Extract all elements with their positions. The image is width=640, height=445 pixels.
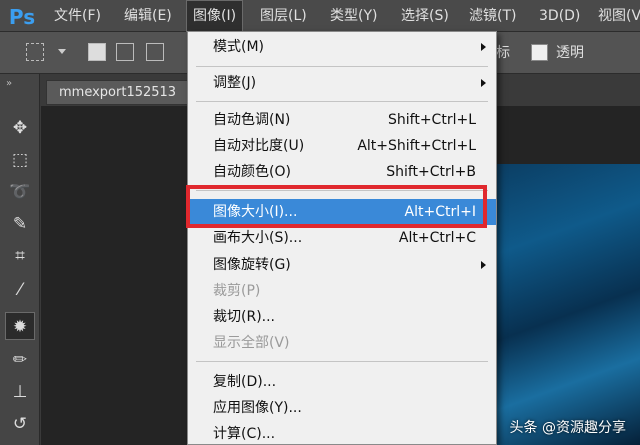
menu-3d[interactable]: 3D(D) [539, 0, 580, 32]
menu-item-trim[interactable]: 裁切(R)... [188, 304, 496, 330]
menu-item-mode[interactable]: 模式(M) [188, 34, 496, 60]
document-tab-title: mmexport152513 [59, 85, 177, 100]
menu-item-shortcut: Shift+Ctrl+B [386, 164, 476, 180]
menu-item-label: 自动对比度(U) [213, 138, 305, 154]
menu-item-label: 应用图像(Y)... [213, 400, 302, 416]
move-tool-icon[interactable]: ✥ [5, 114, 35, 142]
transparent-label: 透明 [556, 45, 584, 61]
menu-item-image-rotation[interactable]: 图像旋转(G) [188, 252, 496, 278]
menu-view[interactable]: 视图(V) [598, 0, 640, 32]
menu-item-label: 自动颜色(O) [213, 164, 291, 180]
subtract-selection-icon[interactable] [146, 43, 164, 61]
menu-item-auto-tone[interactable]: 自动色调(N) Shift+Ctrl+L [188, 107, 496, 133]
menu-item-adjustments[interactable]: 调整(J) [188, 70, 496, 96]
add-selection-icon[interactable] [116, 43, 134, 61]
marquee-tool-icon[interactable]: ⬚ [5, 146, 35, 174]
menu-item-auto-contrast[interactable]: 自动对比度(U) Alt+Shift+Ctrl+L [188, 133, 496, 159]
tool-preset-icon[interactable] [26, 43, 44, 61]
menu-item-shortcut: Shift+Ctrl+L [388, 112, 476, 128]
menu-item-label: 裁剪(P) [213, 283, 261, 299]
menu-item-shortcut: Alt+Ctrl+C [398, 230, 476, 246]
submenu-arrow-icon [481, 261, 486, 269]
menu-item-label: 图像旋转(G) [213, 257, 291, 273]
menu-item-apply-image[interactable]: 应用图像(Y)... [188, 395, 496, 421]
menu-separator [196, 101, 488, 102]
submenu-arrow-icon [481, 79, 486, 87]
options-partial-label: 标 [496, 45, 510, 61]
menu-item-auto-color[interactable]: 自动颜色(O) Shift+Ctrl+B [188, 159, 496, 185]
menu-item-shortcut: Alt+Shift+Ctrl+L [357, 138, 476, 154]
menu-item-canvas-size[interactable]: 画布大小(S)... Alt+Ctrl+C [188, 225, 496, 251]
menu-separator [196, 66, 488, 67]
brush-tool-icon[interactable]: ✏ [5, 346, 35, 374]
lasso-tool-icon[interactable]: ➰ [5, 178, 35, 206]
annotation-highlight-box [186, 185, 487, 228]
menu-item-label: 计算(C)... [213, 426, 276, 442]
menu-item-label: 显示全部(V) [213, 335, 290, 351]
eyedropper-tool-icon[interactable]: ⁄ [5, 276, 35, 304]
menu-item-duplicate[interactable]: 复制(D)... [188, 369, 496, 395]
healing-brush-tool-icon[interactable]: ✹ [5, 312, 35, 340]
chevron-down-icon[interactable] [58, 49, 66, 54]
photoshop-logo: Ps [8, 5, 36, 29]
menu-edit[interactable]: 编辑(E) [124, 0, 172, 32]
menu-layer[interactable]: 图层(L) [260, 0, 307, 32]
clone-stamp-tool-icon[interactable]: ⊥ [5, 378, 35, 406]
menu-file[interactable]: 文件(F) [54, 0, 101, 32]
history-brush-tool-icon[interactable]: ↺ [5, 410, 35, 438]
document-tab[interactable]: mmexport152513 [46, 80, 196, 105]
new-selection-icon[interactable] [88, 43, 106, 61]
menu-select[interactable]: 选择(S) [401, 0, 449, 32]
menu-item-label: 自动色调(N) [213, 112, 291, 128]
submenu-arrow-icon [481, 43, 486, 51]
tool-panel: » ✥ ⬚ ➰ ✎ ⌗ ⁄ ✹ ✏ ⊥ ↺ [0, 74, 40, 445]
menu-type[interactable]: 类型(Y) [330, 0, 377, 32]
menu-item-label: 调整(J) [213, 75, 257, 91]
menu-item-label: 复制(D)... [213, 374, 277, 390]
quick-selection-tool-icon[interactable]: ✎ [5, 210, 35, 238]
menu-bar: Ps 文件(F) 编辑(E) 图像(I) 图层(L) 类型(Y) 选择(S) 滤… [0, 0, 640, 32]
menu-item-label: 模式(M) [213, 39, 265, 55]
menu-item-label: 画布大小(S)... [213, 230, 303, 246]
menu-item-reveal-all: 显示全部(V) [188, 330, 496, 356]
menu-item-calculations[interactable]: 计算(C)... [188, 421, 496, 445]
menu-image[interactable]: 图像(I) [186, 0, 244, 32]
menu-item-label: 裁切(R)... [213, 309, 276, 325]
menu-filter[interactable]: 滤镜(T) [469, 0, 516, 32]
menu-separator [196, 361, 488, 362]
crop-tool-icon[interactable]: ⌗ [5, 242, 35, 270]
image-menu-dropdown: 模式(M) 调整(J) 自动色调(N) Shift+Ctrl+L 自动对比度(U… [187, 31, 497, 445]
transparent-checkbox[interactable] [531, 44, 548, 61]
collapse-panel-icon[interactable]: » [6, 78, 12, 89]
menu-item-crop: 裁剪(P) [188, 278, 496, 304]
watermark-text: 头条 @资源趣分享 [509, 420, 626, 436]
